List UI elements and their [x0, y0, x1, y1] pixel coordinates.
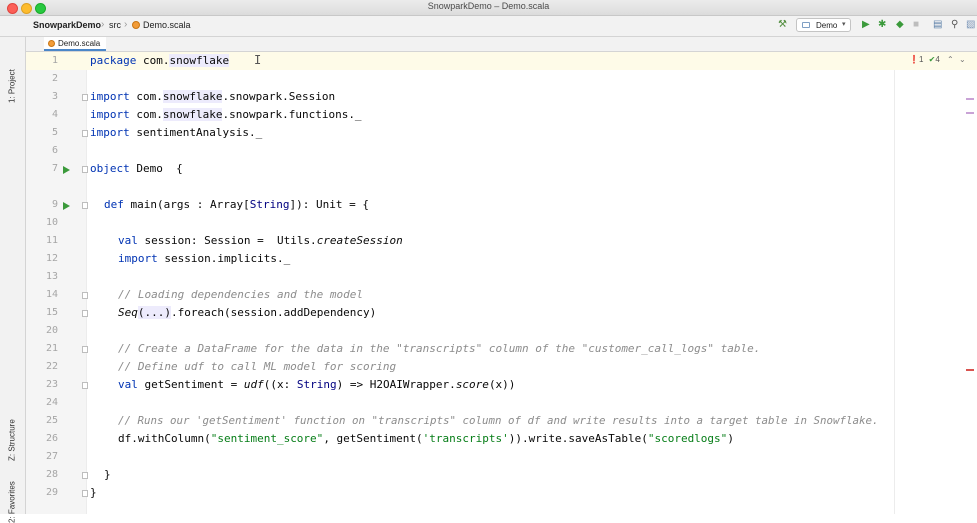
line-number: 13	[45, 271, 58, 282]
search-icon[interactable]: ⚲	[951, 19, 958, 31]
line-number: 15	[45, 307, 58, 318]
error-stripe-mark[interactable]	[966, 98, 974, 100]
error-stripe[interactable]	[894, 52, 977, 514]
tool-window-project[interactable]: 1: Project	[2, 43, 22, 103]
code-line[interactable]: import com.snowflake.snowpark.functions.…	[90, 106, 362, 124]
line-number: 26	[45, 433, 58, 444]
code-line[interactable]: import com.snowflake.snowpark.Session	[90, 88, 335, 106]
line-number: 2	[51, 73, 58, 84]
line-number: 10	[45, 217, 58, 228]
code-line[interactable]: df.withColumn("sentiment_score", getSent…	[118, 430, 734, 448]
code-line[interactable]: // Runs our 'getSentiment' function on "…	[118, 412, 879, 430]
title-bar: SnowparkDemo – Demo.scala	[0, 0, 977, 16]
folder-icon[interactable]: ▧	[966, 19, 975, 31]
chevron-right-icon: ›	[101, 19, 105, 30]
coverage-icon[interactable]: ◆	[896, 19, 904, 31]
line-number: 11	[45, 235, 58, 246]
line-number: 12	[45, 253, 58, 264]
line-number: 27	[45, 451, 58, 462]
code-line[interactable]: // Define udf to call ML model for scori…	[118, 358, 396, 376]
stop-icon[interactable]: ■	[913, 19, 919, 31]
code-line[interactable]: object Demo {	[90, 160, 183, 178]
code-line[interactable]: Seq(...).foreach(session.addDependency)	[118, 304, 376, 322]
layout-icon[interactable]: ▤	[933, 19, 942, 31]
fold-marker[interactable]	[82, 490, 88, 497]
line-number: 28	[45, 469, 58, 480]
fold-marker[interactable]	[82, 130, 88, 137]
chevron-right-icon: ›	[124, 19, 128, 30]
navigation-bar: SnowparkDemo › src › Demo.scala ⚒ Demo ▾…	[0, 16, 977, 37]
line-number: 25	[45, 415, 58, 426]
code-line[interactable]: // Create a DataFrame for the data in th…	[118, 340, 760, 358]
code-line[interactable]: }	[90, 484, 97, 502]
run-icon[interactable]: ▶	[862, 19, 870, 31]
code-line[interactable]: package com.snowflake	[90, 52, 230, 70]
error-count: 1	[918, 55, 924, 64]
breadcrumb-file[interactable]: Demo.scala	[143, 20, 191, 30]
run-gutter-icon[interactable]	[63, 166, 70, 174]
left-tool-window-bar: 1: Project Z: Structure 2: Favorites	[0, 37, 26, 523]
fold-marker[interactable]	[82, 472, 88, 479]
chevron-down-icon[interactable]: ⌄	[959, 55, 966, 64]
code-line[interactable]: val getSentiment = udf((x: String) => H2…	[118, 376, 515, 394]
error-icon: ❗	[909, 55, 919, 64]
run-gutter-icon[interactable]	[63, 202, 70, 210]
line-number: 29	[45, 487, 58, 498]
tool-window-favorites[interactable]: 2: Favorites	[2, 465, 22, 523]
line-number: 7	[51, 163, 58, 174]
hammer-icon[interactable]: ⚒	[778, 19, 787, 31]
fold-marker[interactable]	[82, 310, 88, 317]
line-number: 21	[45, 343, 58, 354]
scala-file-icon	[132, 21, 140, 29]
run-configuration-label: Demo	[816, 21, 838, 30]
fold-marker[interactable]	[82, 166, 88, 173]
code-line[interactable]: import session.implicits._	[118, 250, 290, 268]
scala-file-icon	[48, 39, 55, 47]
warning-count: 4	[935, 55, 940, 64]
breadcrumb-folder[interactable]: src	[109, 20, 121, 30]
text-cursor-icon: I	[254, 53, 262, 67]
run-configuration-icon	[802, 22, 810, 28]
error-stripe-mark[interactable]	[966, 369, 974, 371]
code-line[interactable]: import sentimentAnalysis._	[90, 124, 262, 142]
window-title: SnowparkDemo – Demo.scala	[427, 1, 550, 11]
chevron-down-icon: ▾	[842, 21, 846, 28]
line-number: 3	[51, 91, 58, 102]
line-number: 9	[51, 199, 58, 210]
run-configuration-select[interactable]: Demo ▾	[796, 18, 851, 32]
debug-icon[interactable]: ✱	[878, 19, 886, 31]
inspection-widget[interactable]: ❗1 ✔4 ⌃ ⌄	[909, 55, 966, 64]
line-number: 6	[51, 145, 58, 156]
line-number: 14	[45, 289, 58, 300]
fold-marker[interactable]	[82, 94, 88, 101]
line-number: 23	[45, 379, 58, 390]
code-line[interactable]: val session: Session = Utils.createSessi…	[118, 232, 403, 250]
breadcrumb-project[interactable]: SnowparkDemo	[33, 20, 101, 30]
tool-window-structure[interactable]: Z: Structure	[2, 397, 22, 461]
line-number: 4	[51, 109, 58, 120]
editor-tab-row: Demo.scala	[26, 37, 977, 52]
code-line[interactable]: // Loading dependencies and the model	[118, 286, 363, 304]
tab-demo-scala[interactable]: Demo.scala	[44, 37, 107, 51]
line-number: 20	[45, 325, 58, 336]
chevron-up-icon[interactable]: ⌃	[947, 55, 954, 64]
fold-marker[interactable]	[82, 202, 88, 209]
code-line[interactable]: def main(args : Array[String]): Unit = {	[104, 196, 369, 214]
fold-marker[interactable]	[82, 382, 88, 389]
fold-marker[interactable]	[82, 346, 88, 353]
line-number: 22	[45, 361, 58, 372]
tab-label: Demo.scala	[58, 38, 101, 48]
error-stripe-mark[interactable]	[966, 112, 974, 114]
line-number: 5	[51, 127, 58, 138]
line-number: 24	[45, 397, 58, 408]
line-number: 1	[51, 55, 58, 66]
code-line[interactable]: }	[104, 466, 111, 484]
fold-marker[interactable]	[82, 292, 88, 299]
